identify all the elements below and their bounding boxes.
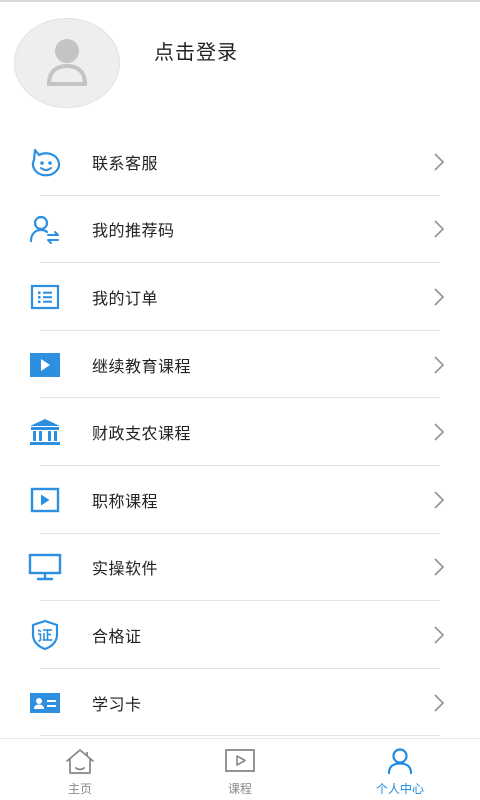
chevron-right-icon [434,491,445,509]
order-list-icon [28,280,62,314]
menu-item-label: 联系客服 [92,153,159,173]
menu-item-label: 我的订单 [92,288,159,308]
chevron-right-icon [434,288,445,306]
profile-header: 点击登录 [0,2,480,128]
menu-item-customer-service[interactable]: 联系客服 [0,128,480,196]
bank-building-icon [28,415,62,449]
menu-item-label: 我的推荐码 [92,221,175,241]
menu-item-label: 学习卡 [92,694,142,714]
menu-item-practice-software[interactable]: 实操软件 [0,534,480,602]
chevron-right-icon [434,693,445,712]
menu-item-referral-code[interactable]: 我的推荐码 [0,196,480,264]
home-icon [66,749,94,774]
person-icon [387,748,413,775]
play-video-outline-icon [28,483,62,517]
id-card-icon [28,686,62,720]
menu-item-my-orders[interactable]: 我的订单 [0,263,480,331]
tab-label: 课程 [227,782,252,796]
chevron-right-icon [434,558,445,576]
avatar[interactable] [14,18,120,108]
menu-item-label: 继续教育课程 [92,356,192,376]
chevron-right-icon [434,220,445,239]
tab-label: 个人中心 [375,782,424,796]
menu-item-label: 合格证 [92,626,142,646]
menu-item-finance-agriculture-course[interactable]: 财政支农课程 [0,398,480,466]
menu-item-label: 实操软件 [92,559,159,579]
menu-item-label: 财政支农课程 [92,424,192,444]
monitor-icon [28,550,62,584]
menu-item-label: 职称课程 [92,491,159,511]
chevron-right-icon [434,355,445,374]
divider [40,735,440,737]
menu-item-study-card[interactable]: 学习卡 [0,669,480,737]
tab-home[interactable]: 主页 [0,739,160,800]
tab-courses[interactable]: 课程 [160,739,320,800]
menu-item-continuing-education[interactable]: 继续教育课程 [0,331,480,399]
play-video-filled-icon [28,348,62,382]
service-face-icon [28,145,62,179]
menu-list: 联系客服 我的推荐码 我的订单 继续教育课程 财政支农课程 职称课程 实操软件 … [0,128,480,737]
bottom-tab-bar: 主页 课程 个人中心 [0,738,480,800]
login-link[interactable]: 点击登录 [154,36,238,65]
chevron-right-icon [434,626,445,644]
default-avatar-icon [47,39,87,86]
chevron-right-icon [434,423,445,441]
menu-item-professional-title-course[interactable]: 职称课程 [0,466,480,534]
course-play-icon [225,749,255,772]
chevron-right-icon [434,153,445,171]
tab-profile[interactable]: 个人中心 [320,739,480,800]
certificate-shield-icon [28,618,62,652]
menu-item-certificate[interactable]: 合格证 [0,601,480,669]
tab-label: 主页 [67,782,92,796]
user-share-icon [28,212,62,246]
